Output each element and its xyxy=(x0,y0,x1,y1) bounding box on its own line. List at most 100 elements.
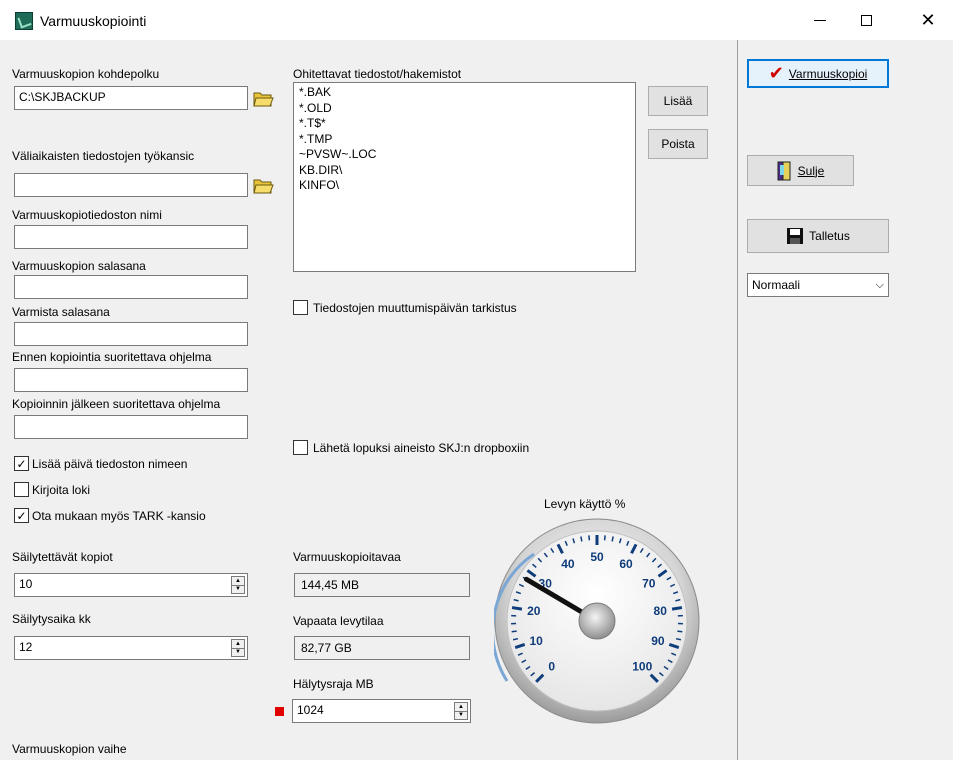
checkmark-icon: ✓ xyxy=(16,508,27,523)
modified-date-check-row[interactable]: Tiedostojen muuttumispäivän tarkistus xyxy=(293,300,517,315)
write-log-checkbox-row[interactable]: Kirjoita loki xyxy=(14,482,90,497)
floppy-disk-icon xyxy=(787,228,804,244)
alert-threshold-spinner[interactable]: 1024 ▲ ▼ xyxy=(292,699,471,723)
write-log-label: Kirjoita loki xyxy=(32,482,91,497)
gauge-tick-label: 90 xyxy=(651,634,665,648)
save-button-label: Talletus xyxy=(809,229,850,243)
mode-select[interactable]: Normaali ⌵ xyxy=(747,273,889,297)
list-item[interactable]: KB.DIR\ xyxy=(299,163,630,179)
maximize-icon xyxy=(860,14,872,26)
temp-folder-label: Väliaikaisten tiedostojen työkansic xyxy=(12,149,195,163)
dropbox-send-label: Lähetä lopuksi aineisto SKJ:n dropboxiin xyxy=(313,440,530,455)
spin-up-icon[interactable]: ▲ xyxy=(232,577,244,585)
months-value: 12 xyxy=(19,640,33,654)
minimize-icon xyxy=(814,19,826,21)
maximize-button[interactable] xyxy=(843,0,889,40)
copies-spin-buttons[interactable]: ▲ ▼ xyxy=(231,576,245,594)
vertical-separator xyxy=(737,40,738,760)
list-item[interactable]: *.OLD xyxy=(299,101,630,117)
dropbox-send-checkbox[interactable] xyxy=(293,440,308,455)
backup-size-value: 144,45 MB xyxy=(294,573,470,597)
exclusions-label: Ohitettavat tiedostot/hakemistot xyxy=(293,67,462,81)
door-exit-icon xyxy=(777,161,791,180)
gauge-tick-label: 0 xyxy=(548,659,555,673)
gauge-tick xyxy=(512,637,519,641)
spin-down-icon[interactable]: ▼ xyxy=(232,647,244,657)
spin-down-icon[interactable]: ▼ xyxy=(232,584,244,594)
checkmark-icon: ✓ xyxy=(16,456,27,471)
remove-exclusion-button[interactable]: Poista xyxy=(648,129,708,159)
file-name-label: Varmuuskopiotiedoston nimi xyxy=(12,208,162,222)
copies-label: Säilytettävät kopiot xyxy=(12,550,113,564)
write-log-checkbox[interactable] xyxy=(14,482,29,497)
add-date-checkbox[interactable]: ✓ xyxy=(14,456,29,471)
app-icon xyxy=(15,12,33,30)
list-item[interactable]: *.T$* xyxy=(299,116,630,132)
pre-program-label: Ennen kopiointia suoritettava ohjelma xyxy=(12,350,212,364)
dropbox-send-row[interactable]: Lähetä lopuksi aineisto SKJ:n dropboxiin xyxy=(293,440,529,455)
gauge-tick xyxy=(580,536,583,542)
pre-program-input[interactable] xyxy=(14,368,248,392)
save-button[interactable]: Talletus xyxy=(747,219,889,253)
password-input[interactable] xyxy=(14,275,248,299)
gauge-tick-label: 70 xyxy=(642,576,656,590)
target-path-input[interactable]: C:\SKJBACKUP xyxy=(14,86,248,110)
minimize-button[interactable] xyxy=(797,0,843,40)
close-button-label: Sulje xyxy=(797,163,825,178)
gauge-tick-label: 100 xyxy=(632,659,652,673)
modified-date-checkbox[interactable] xyxy=(293,300,308,315)
gauge-tick-label: 80 xyxy=(654,604,668,618)
list-item[interactable]: *.TMP xyxy=(299,132,630,148)
exclusions-list[interactable]: *.BAK *.OLD *.T$* *.TMP ~PVSW~.LOC KB.DI… xyxy=(293,82,636,272)
add-exclusion-button[interactable]: Lisää xyxy=(648,86,708,116)
mode-select-value: Normaali xyxy=(752,278,801,292)
chevron-down-icon: ⌵ xyxy=(875,278,884,291)
file-name-input[interactable] xyxy=(14,225,248,249)
list-item[interactable]: *.BAK xyxy=(299,85,630,101)
confirm-password-input[interactable] xyxy=(14,322,248,346)
gauge-tick-label: 20 xyxy=(527,604,541,618)
close-window-button[interactable]: ✕ xyxy=(905,0,951,40)
spin-down-icon[interactable]: ▼ xyxy=(455,710,467,720)
free-space-value: 82,77 GB xyxy=(294,636,470,660)
gauge-hub xyxy=(578,602,616,640)
alert-spin-buttons[interactable]: ▲ ▼ xyxy=(454,702,468,720)
password-label: Varmuuskopion salasana xyxy=(12,259,146,273)
browse-target-folder-icon[interactable] xyxy=(252,88,274,110)
target-path-label: Varmuuskopion kohdepolku xyxy=(12,67,160,81)
backup-button[interactable]: ✔ Varmuuskopioi xyxy=(747,59,889,88)
post-program-label: Kopioinnin jälkeen suoritettava ohjelma xyxy=(12,397,221,411)
alert-indicator xyxy=(275,707,284,716)
close-icon: ✕ xyxy=(920,9,936,30)
backup-button-label: Varmuuskopioi xyxy=(788,66,868,81)
spin-up-icon[interactable]: ▲ xyxy=(232,640,244,648)
gauge-title: Levyn käyttö % xyxy=(544,497,626,511)
free-space-label: Vapaata levytilaa xyxy=(293,614,384,628)
list-item[interactable]: KINFO\ xyxy=(299,178,630,194)
include-tark-checkbox[interactable]: ✓ xyxy=(14,508,29,523)
copies-spinner[interactable]: 10 ▲ ▼ xyxy=(14,573,248,597)
gauge-tick xyxy=(675,637,682,641)
post-program-input[interactable] xyxy=(14,415,248,439)
add-date-checkbox-row[interactable]: ✓ Lisää päivä tiedoston nimeen xyxy=(14,456,187,471)
gauge-tick-label: 50 xyxy=(590,550,604,564)
gauge-tick-label: 40 xyxy=(561,557,575,571)
gauge-tick xyxy=(611,536,614,542)
gauge-tick-label: 10 xyxy=(529,634,543,648)
include-tark-checkbox-row[interactable]: ✓ Ota mukaan myös TARK -kansio xyxy=(14,508,206,523)
close-button[interactable]: Sulje xyxy=(747,155,854,186)
gauge-tick xyxy=(511,630,517,633)
gauge-tick xyxy=(511,606,523,611)
temp-folder-input[interactable] xyxy=(14,173,248,197)
spin-up-icon[interactable]: ▲ xyxy=(455,703,467,711)
months-spin-buttons[interactable]: ▲ ▼ xyxy=(231,639,245,657)
modified-date-label: Tiedostojen muuttumispäivän tarkistus xyxy=(313,300,517,315)
list-item[interactable]: ~PVSW~.LOC xyxy=(299,147,630,163)
gauge-tick-label: 60 xyxy=(619,557,633,571)
gauge-tick xyxy=(677,630,683,633)
months-label: Säilytysaika kk xyxy=(12,612,91,626)
alert-threshold-label: Hälytysraja MB xyxy=(293,677,374,691)
alert-threshold-value: 1024 xyxy=(297,703,324,717)
browse-temp-folder-icon[interactable] xyxy=(252,175,274,197)
months-spinner[interactable]: 12 ▲ ▼ xyxy=(14,636,248,660)
